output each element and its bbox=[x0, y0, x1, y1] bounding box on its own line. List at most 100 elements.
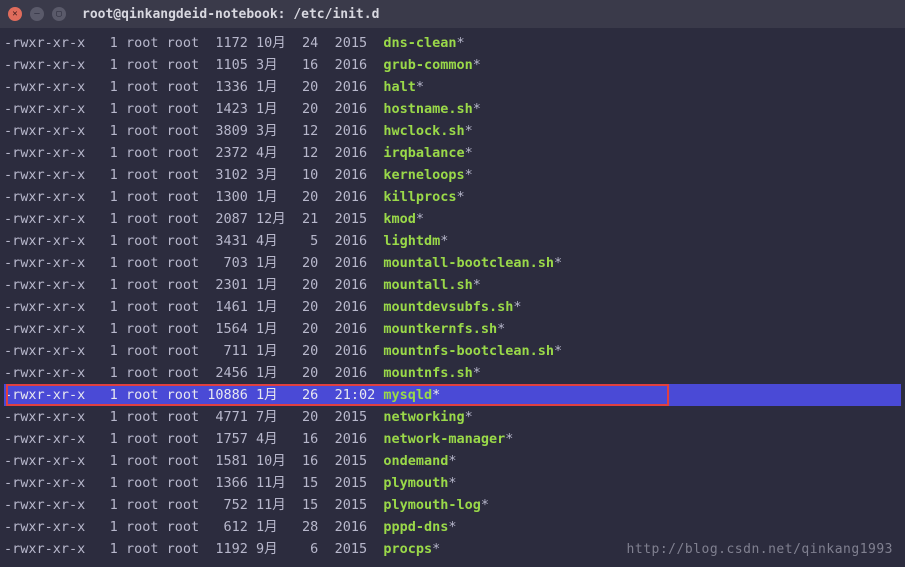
exec-marker: * bbox=[448, 519, 456, 535]
filename: halt bbox=[383, 79, 416, 95]
link-count: 1 bbox=[85, 233, 118, 249]
file-row: -rwxr-xr-x 1 root root 4771 7月 20 2015 n… bbox=[4, 406, 901, 428]
file-row: -rwxr-xr-x 1 root root 2087 12月 21 2015 … bbox=[4, 208, 901, 230]
filename: pppd-dns bbox=[383, 519, 448, 535]
permissions: -rwxr-xr-x bbox=[4, 321, 85, 337]
group: root bbox=[167, 409, 200, 425]
link-count: 1 bbox=[85, 541, 118, 557]
permissions: -rwxr-xr-x bbox=[4, 277, 85, 293]
day: 20 bbox=[294, 409, 318, 425]
day: 24 bbox=[294, 35, 318, 51]
maximize-icon[interactable]: ▢ bbox=[52, 7, 66, 21]
permissions: -rwxr-xr-x bbox=[4, 475, 85, 491]
owner: root bbox=[126, 233, 159, 249]
exec-marker: * bbox=[465, 145, 473, 161]
filename: killprocs bbox=[383, 189, 456, 205]
filename: kmod bbox=[383, 211, 416, 227]
group: root bbox=[167, 233, 200, 249]
exec-marker: * bbox=[465, 123, 473, 139]
year-or-time: 2016 bbox=[335, 167, 376, 183]
file-size: 1461 bbox=[207, 299, 248, 315]
exec-marker: * bbox=[473, 277, 481, 293]
filename: mountdevsubfs.sh bbox=[383, 299, 513, 315]
year-or-time: 2016 bbox=[335, 299, 376, 315]
filename: networking bbox=[383, 409, 464, 425]
permissions: -rwxr-xr-x bbox=[4, 431, 85, 447]
year-or-time: 2015 bbox=[335, 475, 376, 491]
file-row: -rwxr-xr-x 1 root root 10886 1月 26 21:02… bbox=[4, 384, 901, 406]
file-row: -rwxr-xr-x 1 root root 752 11月 15 2015 p… bbox=[4, 494, 901, 516]
file-size: 3809 bbox=[207, 123, 248, 139]
filename: dns-clean bbox=[383, 35, 456, 51]
permissions: -rwxr-xr-x bbox=[4, 123, 85, 139]
group: root bbox=[167, 277, 200, 293]
year-or-time: 2016 bbox=[335, 519, 376, 535]
filename: mountall.sh bbox=[383, 277, 472, 293]
permissions: -rwxr-xr-x bbox=[4, 35, 85, 51]
exec-marker: * bbox=[416, 79, 424, 95]
day: 16 bbox=[294, 431, 318, 447]
window-title: root@qinkangdeid-notebook: /etc/init.d bbox=[82, 7, 379, 22]
titlebar: ✕ – ▢ root@qinkangdeid-notebook: /etc/in… bbox=[0, 0, 905, 28]
day: 6 bbox=[294, 541, 318, 557]
month: 1月 bbox=[256, 189, 294, 205]
group: root bbox=[167, 497, 200, 513]
filename: mountall-bootclean.sh bbox=[383, 255, 554, 271]
link-count: 1 bbox=[85, 35, 118, 51]
month: 3月 bbox=[256, 167, 294, 183]
day: 28 bbox=[294, 519, 318, 535]
month: 12月 bbox=[256, 211, 294, 227]
permissions: -rwxr-xr-x bbox=[4, 101, 85, 117]
link-count: 1 bbox=[85, 79, 118, 95]
permissions: -rwxr-xr-x bbox=[4, 211, 85, 227]
permissions: -rwxr-xr-x bbox=[4, 189, 85, 205]
month: 1月 bbox=[256, 519, 294, 535]
group: root bbox=[167, 453, 200, 469]
month: 11月 bbox=[256, 475, 294, 491]
month: 1月 bbox=[256, 387, 294, 403]
permissions: -rwxr-xr-x bbox=[4, 79, 85, 95]
file-row: -rwxr-xr-x 1 root root 612 1月 28 2016 pp… bbox=[4, 516, 901, 538]
day: 16 bbox=[294, 453, 318, 469]
filename: procps bbox=[383, 541, 432, 557]
owner: root bbox=[126, 101, 159, 117]
exec-marker: * bbox=[554, 255, 562, 271]
terminal-output[interactable]: -rwxr-xr-x 1 root root 1172 10月 24 2015 … bbox=[0, 28, 905, 564]
day: 20 bbox=[294, 321, 318, 337]
file-row: -rwxr-xr-x 1 root root 1423 1月 20 2016 h… bbox=[4, 98, 901, 120]
owner: root bbox=[126, 57, 159, 73]
year-or-time: 2016 bbox=[335, 233, 376, 249]
filename: ondemand bbox=[383, 453, 448, 469]
minimize-icon[interactable]: – bbox=[30, 7, 44, 21]
owner: root bbox=[126, 343, 159, 359]
file-size: 1172 bbox=[207, 35, 248, 51]
group: root bbox=[167, 79, 200, 95]
exec-marker: * bbox=[457, 35, 465, 51]
day: 15 bbox=[294, 497, 318, 513]
day: 20 bbox=[294, 79, 318, 95]
year-or-time: 2016 bbox=[335, 277, 376, 293]
day: 16 bbox=[294, 57, 318, 73]
close-icon[interactable]: ✕ bbox=[8, 7, 22, 21]
file-size: 2087 bbox=[207, 211, 248, 227]
filename: plymouth bbox=[383, 475, 448, 491]
group: root bbox=[167, 387, 200, 403]
exec-marker: * bbox=[457, 189, 465, 205]
month: 1月 bbox=[256, 277, 294, 293]
owner: root bbox=[126, 519, 159, 535]
file-row: -rwxr-xr-x 1 root root 2372 4月 12 2016 i… bbox=[4, 142, 901, 164]
month: 1月 bbox=[256, 255, 294, 271]
day: 12 bbox=[294, 123, 318, 139]
month: 4月 bbox=[256, 431, 294, 447]
group: root bbox=[167, 35, 200, 51]
permissions: -rwxr-xr-x bbox=[4, 343, 85, 359]
filename: grub-common bbox=[383, 57, 472, 73]
group: root bbox=[167, 57, 200, 73]
file-size: 612 bbox=[207, 519, 248, 535]
link-count: 1 bbox=[85, 189, 118, 205]
link-count: 1 bbox=[85, 299, 118, 315]
exec-marker: * bbox=[481, 497, 489, 513]
owner: root bbox=[126, 321, 159, 337]
year-or-time: 2016 bbox=[335, 255, 376, 271]
exec-marker: * bbox=[440, 233, 448, 249]
